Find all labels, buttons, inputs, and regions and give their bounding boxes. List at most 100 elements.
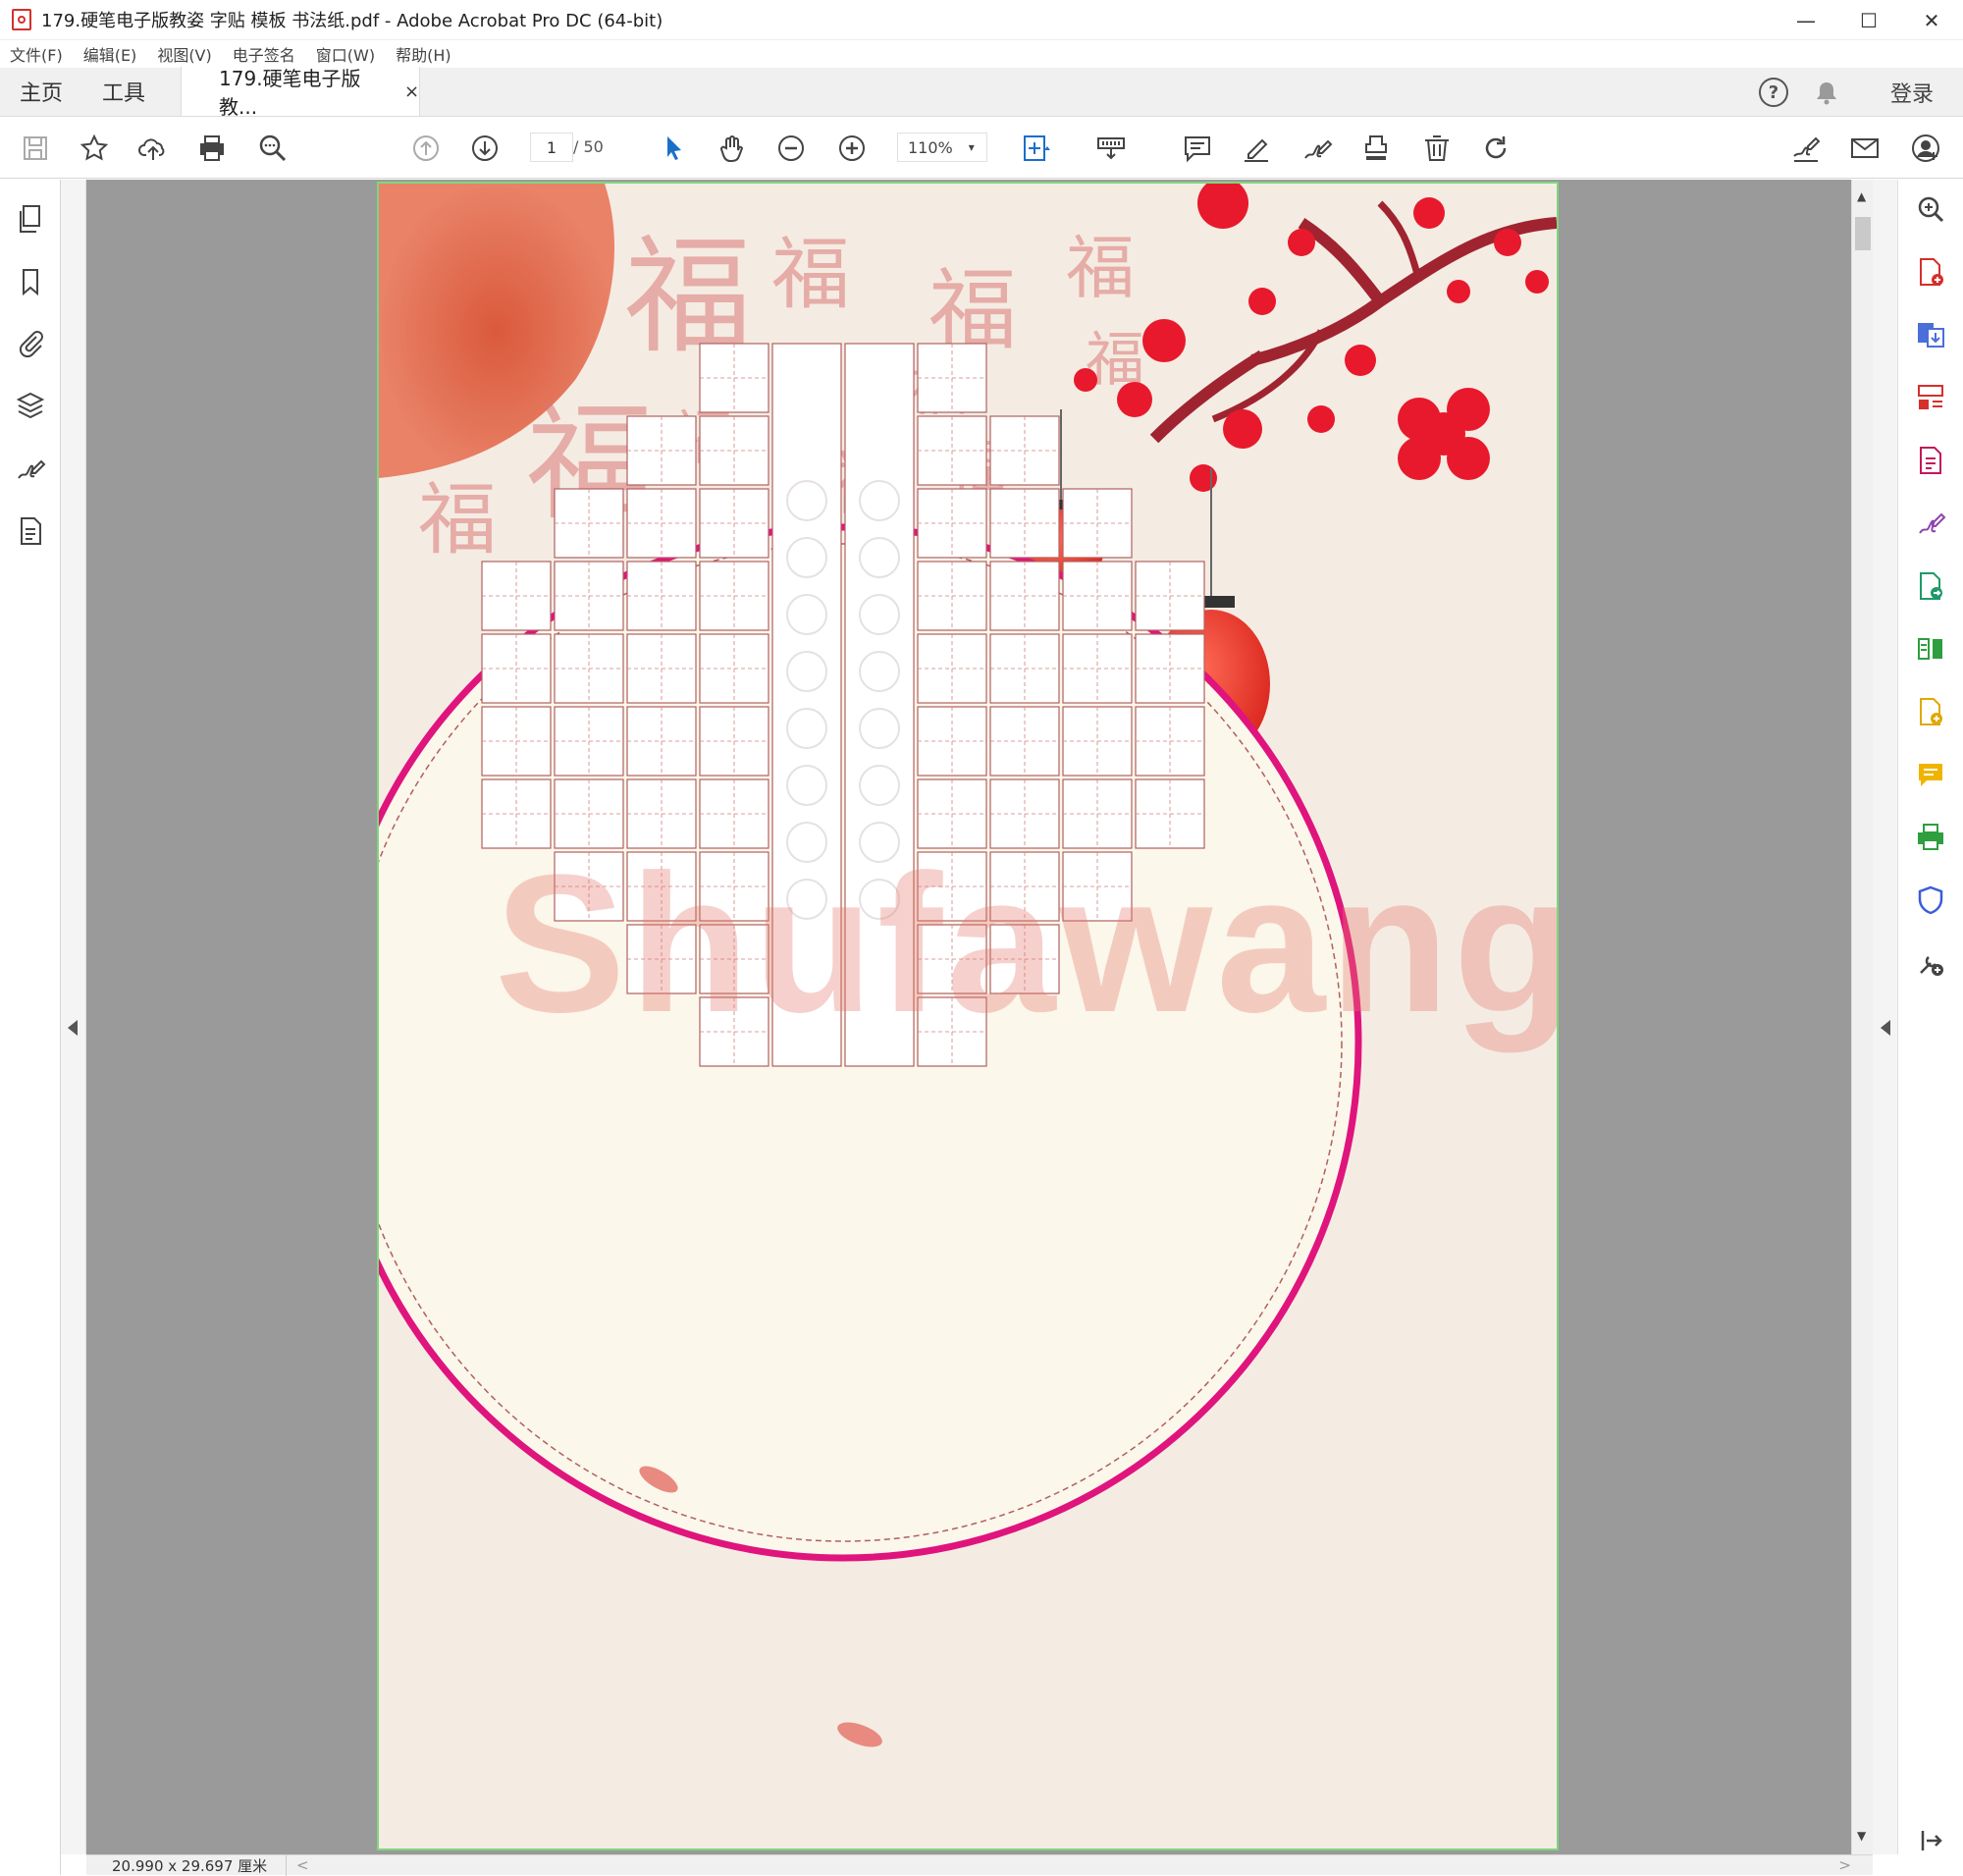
keyboard-tool-icon[interactable] (1095, 133, 1127, 164)
close-window-button[interactable]: ✕ (1900, 0, 1963, 40)
grid-cell (917, 851, 987, 922)
right-tools-panel (1898, 180, 1963, 1875)
grid-cell (917, 778, 987, 849)
zoom-value: 110% (908, 137, 953, 157)
fill-and-sign-icon[interactable] (1915, 508, 1946, 539)
grid-cell (917, 706, 987, 777)
login-button[interactable]: 登录 (1890, 77, 1934, 108)
scroll-down-arrow-icon[interactable]: ▼ (1857, 1829, 1866, 1843)
zoom-in-icon[interactable] (836, 133, 868, 164)
grid-cell (989, 633, 1060, 704)
save-icon[interactable] (20, 133, 51, 164)
grid-cell (699, 633, 769, 704)
stamp-icon[interactable] (1360, 133, 1392, 164)
maximize-button[interactable]: ☐ (1837, 0, 1900, 40)
title-bar: 179.硬笔电子版教姿 字贴 模板 书法纸.pdf - Adobe Acroba… (0, 0, 1963, 40)
menu-file[interactable]: 文件(F) (10, 42, 63, 66)
minimize-button[interactable]: — (1775, 0, 1837, 40)
create-pdf-icon[interactable] (1915, 256, 1946, 288)
grid-cell (917, 343, 987, 413)
bell-icon[interactable] (1814, 80, 1839, 105)
page-thumbnails-icon[interactable] (15, 203, 46, 235)
menu-help[interactable]: 帮助(H) (396, 42, 451, 66)
delete-icon[interactable] (1421, 133, 1453, 164)
fill-sign-icon[interactable] (1790, 133, 1822, 164)
search-zoom-icon[interactable] (257, 133, 289, 164)
close-tab-icon[interactable]: × (404, 81, 419, 102)
scroll-up-arrow-icon[interactable]: ▲ (1857, 189, 1866, 203)
grid-cell (699, 488, 769, 559)
grid-cell (626, 706, 697, 777)
send-for-signature-icon[interactable] (1915, 570, 1946, 602)
grid-cell (481, 706, 552, 777)
document-viewport[interactable]: 福 福 福 福 福 福 福 福 福 福 福 (86, 180, 1851, 1854)
svg-text:福: 福 (418, 474, 497, 565)
menu-edit[interactable]: 编辑(E) (83, 42, 137, 66)
scroll-left-arrow-icon[interactable]: < (296, 1856, 309, 1874)
grid-cell (626, 778, 697, 849)
grid-cell (989, 561, 1060, 631)
grid-cell (699, 996, 769, 1067)
page-size-label: 20.990 x 29.697 厘米 (112, 1854, 287, 1876)
signature-panel-icon[interactable] (15, 453, 46, 484)
scan-print-icon[interactable] (1915, 822, 1946, 853)
comment-icon[interactable] (1182, 133, 1213, 164)
fit-page-icon[interactable] (1021, 133, 1052, 164)
print-icon[interactable] (196, 133, 228, 164)
star-icon[interactable] (79, 133, 110, 164)
export-pdf-icon[interactable] (1915, 319, 1946, 350)
scroll-thumb[interactable] (1855, 217, 1871, 250)
left-panel-toggle[interactable] (61, 180, 86, 1854)
previous-page-icon[interactable] (410, 133, 442, 164)
grid-cell (989, 924, 1060, 994)
share-user-icon[interactable] (1910, 133, 1941, 164)
tab-tools[interactable]: 工具 (82, 67, 165, 116)
collapse-panel-icon[interactable] (1915, 1825, 1946, 1856)
grid-cell (626, 561, 697, 631)
hand-tool-icon[interactable] (716, 133, 748, 164)
grid-cell (917, 561, 987, 631)
select-arrow-icon[interactable] (658, 133, 689, 164)
page-number-input[interactable]: 1 (530, 133, 573, 162)
bookmark-icon[interactable] (15, 266, 46, 297)
tab-home[interactable]: 主页 (0, 67, 82, 116)
grid-cell (554, 561, 624, 631)
status-bar: 20.990 x 29.697 厘米 < > (86, 1854, 1873, 1876)
add-comment-icon[interactable] (1915, 759, 1946, 790)
tab-document[interactable]: 179.硬笔电子版教... × (181, 67, 421, 119)
grid-cell (699, 561, 769, 631)
email-icon[interactable] (1849, 133, 1881, 164)
vertical-scrollbar[interactable]: ▲ ▼ (1851, 180, 1873, 1854)
combine-files-icon[interactable] (1915, 696, 1946, 727)
attachment-icon[interactable] (15, 327, 46, 358)
vertical-writing-column (771, 343, 842, 1067)
enhance-scan-icon[interactable] (1915, 193, 1946, 225)
highlight-pen-icon[interactable] (1241, 133, 1272, 164)
next-page-icon[interactable] (469, 133, 501, 164)
protect-shield-icon[interactable] (1915, 884, 1946, 916)
organize-pages-icon[interactable] (1915, 382, 1946, 413)
right-panel-toggle[interactable] (1873, 180, 1898, 1854)
grid-cell (699, 415, 769, 486)
help-icon[interactable]: ? (1758, 78, 1788, 107)
grid-cell (554, 633, 624, 704)
grid-cell (699, 778, 769, 849)
zoom-level-select[interactable]: 110% ▾ (897, 133, 987, 162)
document-properties-icon[interactable] (15, 515, 46, 547)
grid-cell (481, 778, 552, 849)
grid-cell (1062, 633, 1133, 704)
scroll-right-arrow-icon[interactable]: > (1838, 1856, 1851, 1874)
menu-view[interactable]: 视图(V) (157, 42, 211, 66)
cloud-upload-icon[interactable] (137, 133, 169, 164)
edit-pdf-icon[interactable] (1915, 445, 1946, 476)
compare-files-icon[interactable] (1915, 633, 1946, 665)
sign-pen-icon[interactable] (1301, 133, 1333, 164)
grid-cell (481, 561, 552, 631)
collapse-arrow-icon (68, 1020, 78, 1036)
tab-bar: 主页 工具 179.硬笔电子版教... × ? 登录 (0, 67, 1963, 119)
layers-icon[interactable] (15, 390, 46, 421)
zoom-out-icon[interactable] (775, 133, 807, 164)
grid-cell (554, 778, 624, 849)
rotate-icon[interactable] (1480, 133, 1512, 164)
more-tools-icon[interactable] (1915, 947, 1946, 979)
